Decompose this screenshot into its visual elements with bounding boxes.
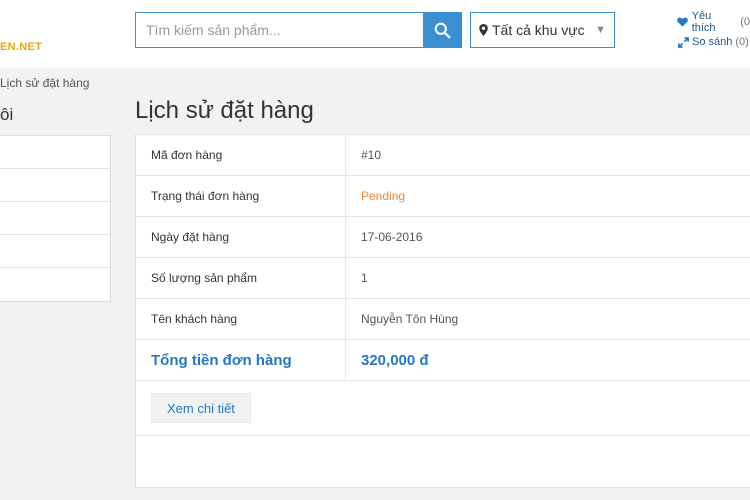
compare-count: (0)	[735, 36, 749, 48]
sidebar-item[interactable]	[0, 268, 110, 301]
order-detail-panel: Mã đơn hàng #10 Trạng thái đơn hàng Pend…	[135, 134, 750, 488]
view-details-button[interactable]: Xem chi tiết	[151, 393, 251, 423]
product-quantity-value: 1	[361, 271, 368, 285]
order-id-row: Mã đơn hàng #10	[136, 135, 750, 176]
product-quantity-row: Số lượng sản phẩm 1	[136, 258, 750, 299]
page-title: Lịch sử đặt hàng	[135, 97, 314, 124]
customer-name-value: Nguyễn Tôn Hùng	[361, 312, 459, 326]
search-input[interactable]	[135, 12, 423, 48]
sidebar-item[interactable]	[0, 169, 110, 202]
compare-link[interactable]: So sánh (0)	[676, 32, 750, 52]
chevron-down-icon: ▼	[595, 24, 606, 36]
site-header: EN.NET Tất cả khu vực ▼ Yêu thích (0	[0, 0, 750, 68]
sidebar-item[interactable]	[0, 202, 110, 235]
wishlist-count: (0	[740, 16, 750, 28]
order-status-value: Pending	[361, 189, 406, 203]
search-button[interactable]	[423, 12, 462, 48]
product-quantity-label: Số lượng sản phẩm	[136, 258, 346, 298]
order-date-value: 17-06-2016	[361, 230, 423, 244]
order-total-value: 320,000 đ	[361, 351, 429, 369]
header-links: Yêu thích (0 So sánh (0)	[676, 10, 750, 52]
wishlist-label: Yêu thích	[691, 10, 716, 34]
region-select-value: Tất cả khu vực	[492, 22, 585, 38]
order-status-row: Trạng thái đơn hàng Pending	[136, 176, 750, 217]
customer-name-label: Tên khách hàng	[136, 299, 346, 339]
order-date-label: Ngày đặt hàng	[136, 217, 346, 257]
search-bar	[135, 12, 462, 48]
compare-label: So sánh	[692, 36, 733, 48]
wishlist-link[interactable]: Yêu thích (0	[676, 10, 750, 34]
heart-icon	[676, 17, 690, 27]
order-id-label: Mã đơn hàng	[136, 135, 346, 175]
sidebar-menu	[0, 135, 111, 302]
order-status-label: Trạng thái đơn hàng	[136, 176, 346, 216]
region-select[interactable]: Tất cả khu vực ▼	[470, 12, 615, 48]
order-date-row: Ngày đặt hàng 17-06-2016	[136, 217, 750, 258]
order-id-value: #10	[361, 148, 382, 162]
breadcrumb: Lịch sử đặt hàng	[0, 76, 90, 90]
sidebar-item[interactable]	[0, 136, 110, 169]
order-total-label: Tổng tiền đơn hàng	[136, 340, 346, 380]
customer-name-row: Tên khách hàng Nguyễn Tôn Hùng	[136, 299, 750, 340]
sidebar-title: ôi	[0, 105, 14, 124]
search-icon	[434, 22, 451, 38]
order-total-row: Tổng tiền đơn hàng 320,000 đ	[136, 340, 750, 381]
compare-icon	[676, 36, 690, 48]
map-pin-icon	[479, 24, 488, 36]
sidebar-item[interactable]	[0, 235, 110, 268]
detail-button-area: Xem chi tiết	[136, 381, 750, 436]
site-logo[interactable]: EN.NET	[0, 41, 42, 53]
